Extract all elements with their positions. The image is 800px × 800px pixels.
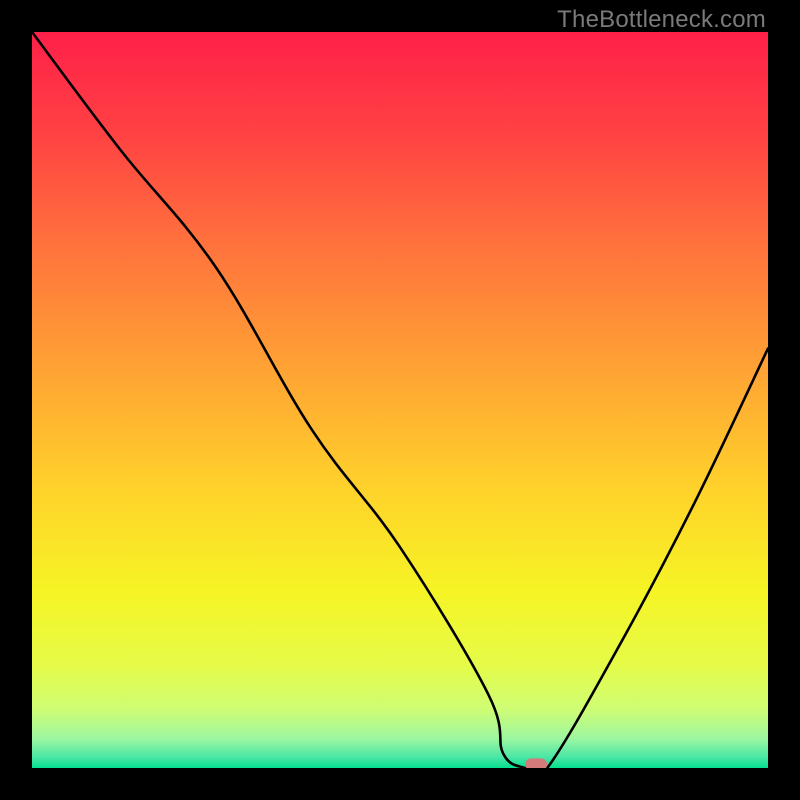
plot-area: [32, 32, 768, 768]
chart-svg: [32, 32, 768, 768]
chart-frame: TheBottleneck.com: [0, 0, 800, 800]
watermark-text: TheBottleneck.com: [557, 6, 766, 34]
optimum-marker: [525, 758, 547, 768]
